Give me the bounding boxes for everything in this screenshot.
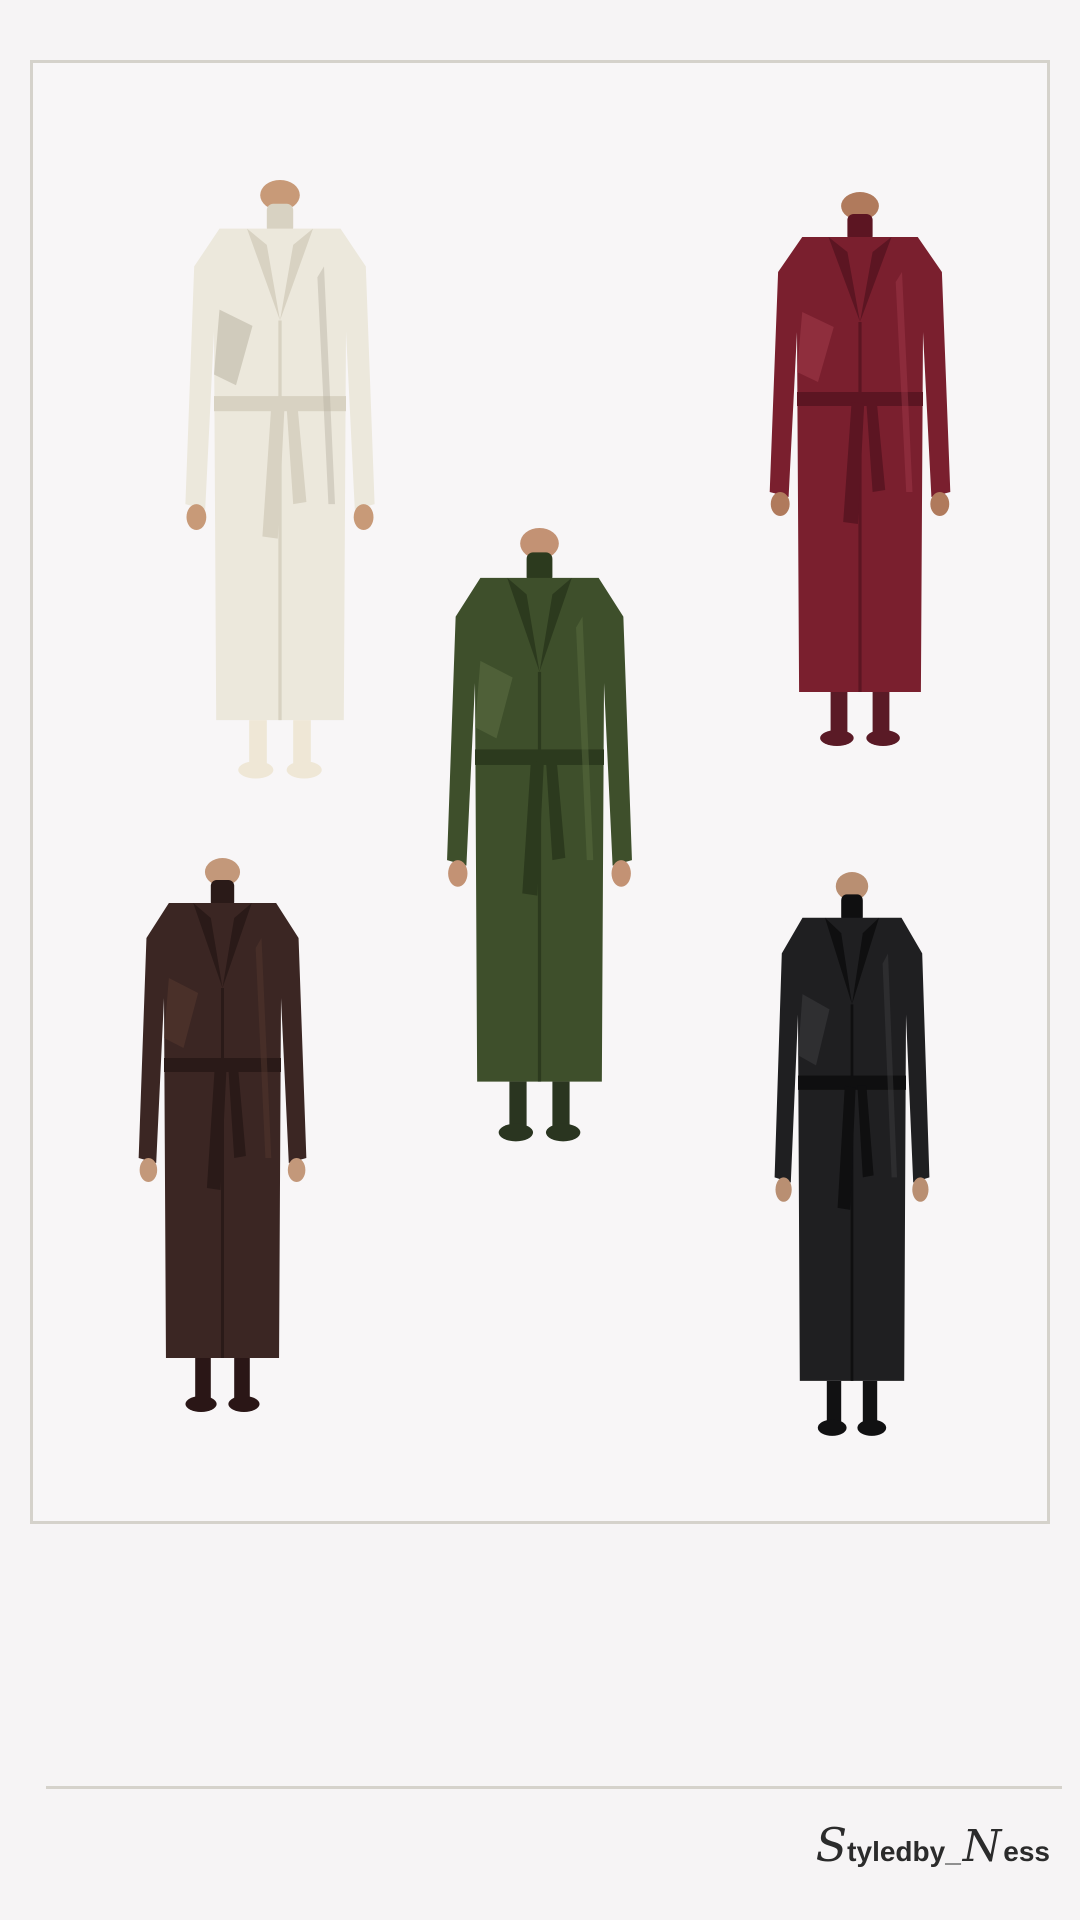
right-hand xyxy=(287,1158,306,1182)
right-shoe xyxy=(545,1123,581,1142)
right-shoe xyxy=(857,1419,887,1436)
left-hand xyxy=(139,1158,158,1182)
brand-n: N xyxy=(962,1821,1002,1872)
right-hand xyxy=(353,504,374,531)
left-leg xyxy=(249,720,267,766)
right-leg xyxy=(552,1081,570,1129)
right-shoe xyxy=(286,761,322,779)
left-hand xyxy=(448,860,468,887)
left-shoe xyxy=(498,1123,534,1142)
product-burgundy-trench-coat[interactable] xyxy=(755,192,965,752)
left-shoe xyxy=(817,1419,847,1436)
right-hand xyxy=(611,860,631,887)
footer-divider xyxy=(46,1786,1062,1789)
left-hand xyxy=(770,492,790,516)
right-leg xyxy=(872,692,890,734)
product-cream-trench-coat[interactable] xyxy=(170,180,390,785)
right-shoe xyxy=(228,1396,260,1412)
brand-signature: S tyledby_ N ess xyxy=(816,1822,1050,1869)
left-shoe xyxy=(238,761,274,779)
coat-illustration xyxy=(774,872,930,1436)
left-shoe xyxy=(820,730,854,746)
left-leg xyxy=(195,1358,211,1400)
left-leg xyxy=(509,1081,527,1129)
product-black-trench-coat[interactable] xyxy=(762,872,942,1442)
right-hand xyxy=(930,492,950,516)
brand-end: ess xyxy=(1003,1836,1050,1867)
right-leg xyxy=(293,720,311,766)
brand-middle: tyledby_ xyxy=(847,1836,961,1867)
coat-illustration xyxy=(138,858,307,1412)
coat-illustration xyxy=(447,528,632,1142)
right-hand xyxy=(912,1177,929,1202)
left-shoe xyxy=(185,1396,217,1412)
coat-illustration xyxy=(185,180,375,779)
brand-initial: S xyxy=(815,1818,848,1872)
coat-illustration xyxy=(769,192,951,746)
right-shoe xyxy=(866,730,900,746)
right-leg xyxy=(234,1358,250,1400)
product-olive-trench-coat[interactable] xyxy=(432,528,647,1148)
left-leg xyxy=(826,1380,842,1424)
left-hand xyxy=(775,1177,792,1202)
right-leg xyxy=(862,1380,878,1424)
product-brown-trench-coat[interactable] xyxy=(125,858,320,1418)
left-leg xyxy=(830,692,848,734)
left-hand xyxy=(186,504,207,531)
